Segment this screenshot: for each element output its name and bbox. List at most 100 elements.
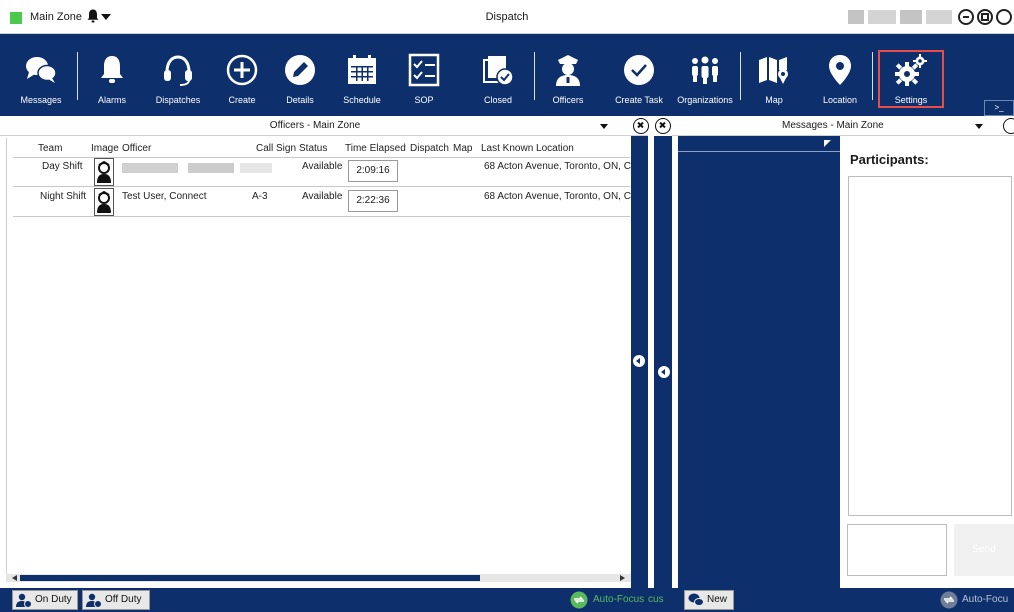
create-task-label: Create Task [615,95,663,105]
row-location: 68 Acton Avenue, Toronto, ON, Ca [484,191,637,202]
plus-circle-icon [226,54,258,86]
title-bar: Main Zone Dispatch [0,0,1014,34]
right-splitter[interactable] [654,136,672,588]
person-icon [97,190,111,213]
location-button[interactable]: Location [816,34,864,116]
schedule-button[interactable]: Schedule [338,34,386,116]
officers-label: Officers [552,95,584,105]
officers-panel-header: Officers - Main Zone [0,116,648,136]
auto-focus-clipped-label: cus [648,594,664,605]
auto-focus-right-label[interactable]: Auto-Focu [962,594,1008,605]
row-call-sign: A-3 [252,191,268,202]
organizations-label: Organizations [677,95,733,105]
new-message-button[interactable]: New [684,590,734,610]
ribbon-divider [77,52,78,100]
dispatches-button[interactable]: Dispatches [148,34,208,116]
messages-label: Messages [20,95,62,105]
chevron-down-icon[interactable] [600,124,608,129]
auto-focus-icon[interactable] [940,591,958,609]
pencil-circle-icon [285,55,315,85]
collapse-right-icon[interactable] [656,364,672,380]
checklist-icon [408,53,440,87]
officer-avatar [94,158,114,186]
participants-list[interactable] [848,176,1012,516]
col-header-status[interactable]: Status [299,143,327,157]
row-team: Day Shift [42,161,83,172]
create-label: Create [228,95,256,105]
col-header-map[interactable]: Map [453,143,472,157]
row-team: Night Shift [40,191,87,202]
officers-panel-title: Officers - Main Zone [269,120,361,131]
map-button[interactable]: Map [752,34,796,116]
closed-button[interactable]: Closed [476,34,520,116]
officer-name-blurred [122,163,178,173]
officer-on-icon [16,593,32,608]
new-chat-icon [688,593,704,606]
officers-bottom-bar: On Duty Off Duty Auto-Focus [0,588,648,612]
messages-bottom-bar: New Auto-Focu [678,588,1014,612]
console-toggle-tab[interactable]: >_ [984,100,1014,116]
close-icon[interactable] [996,9,1012,25]
user-info-blurred [868,10,896,24]
main-toolbar: Messages Alarms Dispatches Create Detail… [0,34,1014,116]
close-panel-icon[interactable] [655,118,671,134]
details-button[interactable]: Details [278,34,322,116]
participants-label: Participants: [850,152,929,167]
col-header-call-sign[interactable]: Call Sign [256,143,296,157]
collapse-left-icon[interactable] [631,353,647,369]
sop-button[interactable]: SOP [404,34,444,116]
settings-highlight-box [878,50,944,108]
on-duty-label: On Duty [35,594,72,605]
close-panel-icon[interactable] [633,118,649,134]
list-header-divider [678,151,840,152]
col-header-time-elapsed[interactable]: Time Elapsed [345,143,406,157]
create-button[interactable]: Create [220,34,264,116]
minimize-icon[interactable] [958,9,974,25]
map-label: Map [765,95,783,105]
scroll-left-icon[interactable] [12,575,17,581]
check-circle-icon [624,55,654,85]
ribbon-divider [534,52,535,100]
off-duty-button[interactable]: Off Duty [82,590,150,610]
col-header-dispatch[interactable]: Dispatch [410,143,449,157]
group-icon [692,56,718,84]
police-officer-icon [556,55,580,86]
messages-button[interactable]: Messages [14,34,68,116]
schedule-label: Schedule [343,95,381,105]
create-task-button[interactable]: Create Task [612,34,666,116]
col-header-last-location[interactable]: Last Known Location [481,143,574,157]
col-header-team[interactable]: Team [38,143,62,157]
officers-button[interactable]: Officers [546,34,590,116]
user-info-blurred [848,10,864,24]
auto-focus-icon[interactable] [570,591,588,609]
splitter-bottom: cus [648,588,678,612]
organizations-button[interactable]: Organizations [674,34,736,116]
scrollbar-thumb[interactable] [20,575,480,581]
chevron-down-icon[interactable] [975,124,983,129]
map-icon [759,57,788,84]
restore-icon[interactable] [977,9,993,25]
scroll-right-icon[interactable] [620,575,625,581]
col-header-image[interactable]: Image [91,143,119,157]
alarms-button[interactable]: Alarms [90,34,134,116]
user-info-blurred [900,10,922,24]
col-header-officer[interactable]: Officer [122,143,151,157]
conversation-list[interactable] [678,136,840,588]
close-panel-icon[interactable] [1003,118,1014,134]
calendar-icon [348,55,376,84]
row-divider [13,186,630,187]
user-info-blurred [926,10,952,24]
auto-focus-label[interactable]: Auto-Focus [593,594,644,605]
message-input[interactable] [847,524,947,576]
alarms-label: Alarms [97,95,126,105]
horizontal-scrollbar[interactable] [6,574,631,582]
sort-indicator-icon[interactable] [824,140,831,147]
map-pin-icon [829,55,851,85]
officer-name-blurred [240,163,272,173]
left-splitter[interactable] [631,136,648,588]
closed-label: Closed [483,95,512,105]
new-label: New [707,594,728,605]
ribbon-divider [740,52,741,100]
on-duty-button[interactable]: On Duty [12,590,78,610]
send-button[interactable]: Send [954,524,1014,576]
